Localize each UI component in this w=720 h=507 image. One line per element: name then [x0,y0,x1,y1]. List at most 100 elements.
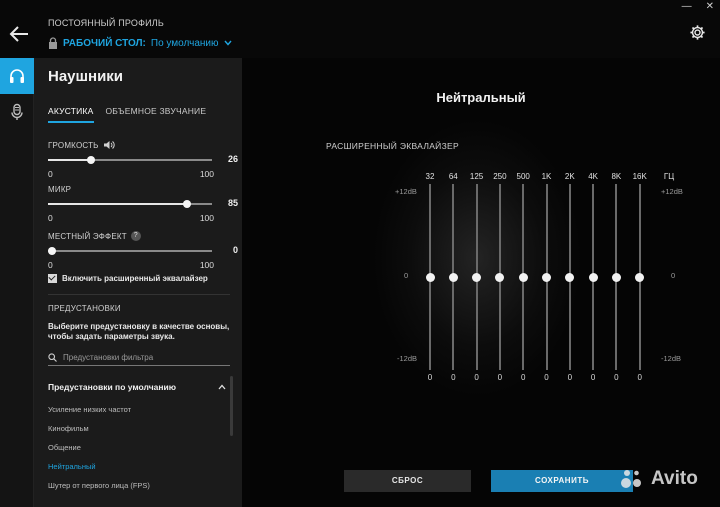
eq-band-knob[interactable] [565,272,575,282]
panel-title: Наушники [48,68,124,85]
close-button[interactable]: ✕ [706,2,714,12]
eq-band-label: 2K [564,172,575,181]
eq-band-label: 8K [611,172,622,181]
eq-band-knob[interactable] [611,272,621,282]
eq-band-value: 0 [637,373,642,382]
preset-group-title: Предустановки по умолчанию [48,382,176,392]
equalizer-area: Нейтральный РАСШИРЕННЫЙ ЭКВАЛАЙЗЕР +12dB… [242,58,720,507]
eq-band-knob[interactable] [495,272,505,282]
volume-slider[interactable] [48,156,212,164]
preset-item-active[interactable]: Нейтральный [48,461,150,480]
volume-slider-knob[interactable] [86,156,95,164]
search-icon [48,353,57,362]
sidetone-slider-knob[interactable] [48,247,56,255]
advanced-eq-label: Включить расширенный эквалайзер [62,274,208,283]
mic-label: МИКР [48,185,72,194]
eq-band-value: 0 [474,373,479,382]
lock-icon [49,37,57,49]
mic-slider[interactable] [48,200,212,208]
device-rail [0,58,34,507]
back-arrow-icon[interactable] [8,24,30,44]
save-button[interactable]: СОХРАНИТЬ [491,470,633,492]
db-mid-left: 0 [404,271,409,280]
help-icon[interactable]: ? [130,231,141,241]
panel-tabs: АКУСТИКА ОБЪЕМНОЕ ЗВУЧАНИЕ [48,106,206,123]
eq-band-knob[interactable] [588,272,598,282]
profile-caption: ПОСТОЯННЫЙ ПРОФИЛЬ [48,18,164,28]
mic-min: 0 [48,213,53,223]
rail-item-headphones[interactable] [0,58,34,94]
eq-band-label: 125 [469,172,484,181]
avito-watermark: Avito [620,468,698,490]
sidetone-label-row: МЕСТНЫЙ ЭФФЕКТ ? [48,231,141,241]
db-top-left: +12dB [395,187,417,196]
eq-band-value: 0 [590,373,596,382]
sidetone-max: 100 [199,260,214,270]
preset-scrollbar[interactable] [230,376,233,436]
eq-band-value: 0 [497,373,503,382]
speaker-icon[interactable] [103,140,115,150]
settings-panel: Наушники АКУСТИКА ОБЪЕМНОЕ ЗВУЧАНИЕ ГРОМ… [34,58,242,507]
gear-icon[interactable] [689,24,706,41]
top-bar: ПОСТОЯННЫЙ ПРОФИЛЬ РАБОЧИЙ СТОЛ: По умол… [0,0,720,58]
db-bottom-right: -12dB [661,354,682,363]
eq-band-value: 0 [614,373,619,382]
tab-acoustics[interactable]: АКУСТИКА [48,106,94,123]
profile-name: РАБОЧИЙ СТОЛ: [63,37,146,49]
profile-value: По умолчанию [150,37,219,49]
tab-surround[interactable]: ОБЪЕМНОЕ ЗВУЧАНИЕ [106,106,207,123]
eq-band-knob[interactable] [448,272,458,282]
eq-band-value: 0 [544,373,549,382]
eq-band-knob[interactable] [472,272,482,282]
presets-heading: ПРЕДУСТАНОВКИ [48,304,121,313]
eq-band-knob[interactable] [518,272,528,282]
db-mid-right: 0 [671,271,676,280]
unit-label: ГЦ [663,172,675,181]
minimize-button[interactable]: — [682,2,692,12]
sidetone-label: МЕСТНЫЙ ЭФФЕКТ [48,231,127,241]
mic-slider-knob[interactable] [183,200,192,208]
mic-slider-fill [48,203,188,205]
sidetone-slider[interactable] [48,247,212,255]
divider [48,294,230,295]
eq-band-value: 0 [520,373,526,382]
preset-item[interactable]: Шутер от первого лица (FPS) [48,480,150,499]
sidetone-value: 0 [232,245,238,255]
eq-band-value: 0 [427,373,433,382]
advanced-eq-checkbox[interactable] [48,274,57,283]
preset-item[interactable]: Кинофильм [48,423,150,442]
eq-band-knob[interactable] [425,272,435,282]
volume-label-row: ГРОМКОСТЬ [48,140,115,150]
chevron-up-icon[interactable] [218,384,226,390]
profile-selector[interactable]: РАБОЧИЙ СТОЛ: По умолчанию [48,36,232,50]
eq-band-label: 32 [425,172,435,181]
eq-band-knob[interactable] [542,272,551,282]
eq-band-label: 500 [516,172,530,181]
eq-band-knob[interactable] [635,272,645,282]
eq-band-label: 64 [448,172,458,181]
reset-button[interactable]: СБРОС [344,470,471,492]
microphone-icon [11,103,23,120]
eq-band-value: 0 [567,373,573,382]
eq-band-label: 1K [541,172,552,181]
eq-band-label: 16K [632,172,647,181]
preset-item[interactable]: Общение [48,442,150,461]
avito-watermark-text: Avito [651,468,698,489]
preset-list: Усиление низких частот Кинофильм Общение… [48,404,150,499]
db-bottom-left: -12dB [397,354,418,363]
eq-band-label: 4K [588,172,598,181]
preset-group-header[interactable]: Предустановки по умолчанию [48,382,226,392]
eq-band-value: 0 [451,373,456,382]
preset-search-input[interactable] [63,353,223,362]
preset-search[interactable] [48,350,230,366]
advanced-eq-toggle[interactable]: Включить расширенный эквалайзер [48,274,208,283]
rail-item-microphone[interactable] [0,94,34,130]
equalizer: +12dB +12dB 0 0 -12dB -12dB ГЦ 32 0 64 0 125… [242,58,720,507]
preset-item[interactable]: Усиление низких частот [48,404,150,423]
db-top-right: +12dB [661,187,683,196]
volume-slider-fill [48,159,91,161]
volume-label: ГРОМКОСТЬ [48,140,99,150]
presets-description: Выберите предустановку в качестве основы… [48,322,230,341]
mic-value: 85 [227,198,238,208]
headphones-icon [10,69,24,83]
